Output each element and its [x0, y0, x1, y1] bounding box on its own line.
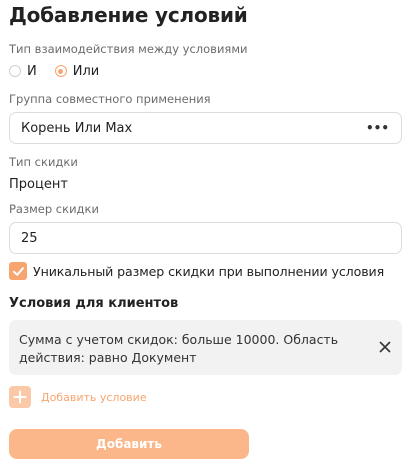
condition-text: Сумма с учетом скидок: больше 10000. Обл…	[19, 332, 339, 365]
add-condition-button[interactable]: Добавить условие	[9, 386, 147, 408]
discount-size-input[interactable]: 25	[9, 222, 402, 254]
radio-and-label: И	[27, 63, 37, 79]
radio-or[interactable]	[54, 65, 67, 77]
group-select[interactable]: Корень Или Max •••	[9, 112, 402, 144]
radio-and[interactable]	[9, 65, 21, 77]
submit-button[interactable]: Добавить	[9, 429, 249, 459]
discount-type-value: Процент	[9, 177, 68, 192]
condition-card: Сумма с учетом скидок: больше 10000. Обл…	[9, 320, 402, 375]
close-icon[interactable]	[379, 341, 391, 353]
more-icon[interactable]: •••	[366, 121, 389, 135]
client-conditions-heading: Условия для клиентов	[9, 296, 179, 311]
unique-discount-label: Уникальный размер скидки при выполнении …	[33, 263, 385, 279]
add-condition-label: Добавить условие	[41, 390, 147, 404]
discount-type-label: Тип скидки	[9, 155, 78, 169]
interaction-type-radio-group: И Или	[9, 63, 99, 79]
checkmark-icon	[12, 266, 24, 276]
group-select-value: Корень Или Max	[21, 120, 133, 136]
discount-size-value: 25	[21, 230, 38, 246]
interaction-type-label: Тип взаимодействия между условиями	[9, 42, 248, 56]
page-title: Добавление условий	[9, 3, 248, 27]
discount-size-label: Размер скидки	[9, 202, 99, 216]
radio-option-and[interactable]: И	[9, 64, 37, 79]
unique-discount-checkbox[interactable]	[9, 262, 27, 280]
radio-or-label: Или	[72, 63, 100, 79]
unique-discount-row[interactable]: Уникальный размер скидки при выполнении …	[9, 262, 384, 280]
plus-icon[interactable]	[9, 386, 31, 408]
group-label: Группа совместного применения	[9, 92, 211, 106]
radio-option-or[interactable]: Или	[54, 63, 100, 79]
